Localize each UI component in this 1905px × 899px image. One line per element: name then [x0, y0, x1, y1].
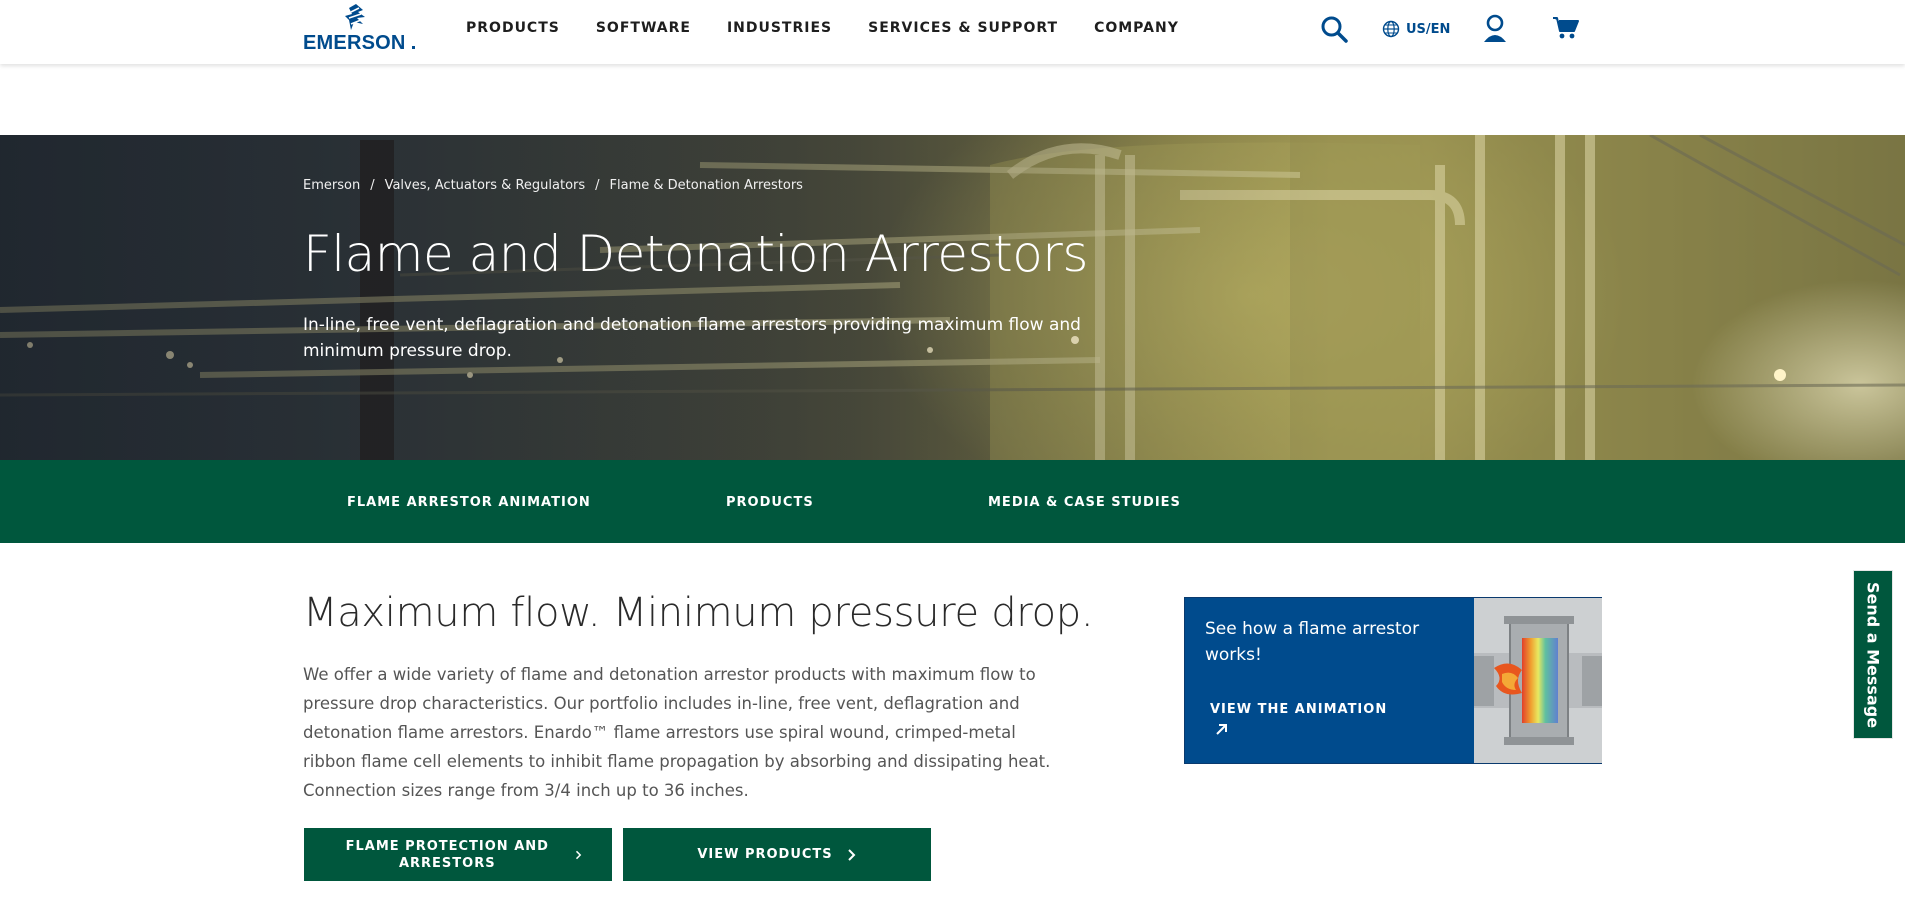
logo-dot: [412, 46, 415, 49]
subnav-flame-arrestor-animation[interactable]: FLAME ARRESTOR ANIMATION: [347, 495, 591, 510]
section-body: We offer a wide variety of flame and det…: [303, 665, 1051, 800]
hero-overlay: [0, 135, 1905, 460]
subnav-products[interactable]: PRODUCTS: [726, 495, 814, 510]
send-message-tab[interactable]: Send a Message: [1853, 570, 1893, 739]
breadcrumb-separator: /: [370, 178, 375, 193]
cart-icon[interactable]: [1553, 16, 1579, 40]
view-products-button[interactable]: VIEW PRODUCTS: [623, 828, 931, 881]
main-nav: PRODUCTS SOFTWARE INDUSTRIES SERVICES & …: [466, 20, 1215, 36]
promo-text: See how a flame arrestor works!: [1205, 619, 1420, 665]
page-title: Flame and Detonation Arrestors: [303, 225, 1088, 283]
search-icon[interactable]: [1320, 15, 1348, 43]
view-products-button-label: VIEW PRODUCTS: [697, 847, 833, 862]
animation-promo-card[interactable]: See how a flame arrestor works! VIEW THE…: [1184, 597, 1602, 764]
globe-icon: [1382, 20, 1400, 38]
locale-label: US/EN: [1406, 21, 1451, 37]
breadcrumb-valves[interactable]: Valves, Actuators & Regulators: [385, 178, 586, 193]
breadcrumb-current: Flame & Detonation Arrestors: [609, 178, 803, 193]
emerson-logo-mark: [345, 4, 365, 30]
user-icon[interactable]: [1483, 14, 1507, 44]
chevron-right-icon: [847, 848, 856, 861]
hero-subtitle: In-line, free vent, deflagration and det…: [303, 315, 1081, 361]
send-message-label: Send a Message: [1863, 581, 1883, 728]
nav-services-support[interactable]: SERVICES & SUPPORT: [868, 20, 1058, 36]
hero-banner: Emerson / Valves, Actuators & Regulators…: [0, 135, 1905, 460]
nav-software[interactable]: SOFTWARE: [596, 20, 691, 36]
locale-selector[interactable]: US/EN: [1382, 20, 1450, 38]
subnav-media-case-studies[interactable]: MEDIA & CASE STUDIES: [988, 495, 1181, 510]
nav-industries[interactable]: INDUSTRIES: [727, 20, 832, 36]
site-header: EMERSON PRODUCTS SOFTWARE INDUSTRIES SER…: [0, 0, 1905, 64]
flame-protection-button-label: FLAME PROTECTION AND ARRESTORS: [345, 838, 549, 871]
view-animation-link[interactable]: VIEW THE ANIMATION: [1210, 702, 1387, 717]
nav-products[interactable]: PRODUCTS: [466, 20, 560, 36]
breadcrumb: Emerson / Valves, Actuators & Regulators…: [303, 178, 803, 193]
emerson-logo[interactable]: EMERSON: [303, 4, 418, 54]
breadcrumb-separator: /: [595, 178, 600, 193]
flame-arrestor-illustration: [1474, 598, 1602, 763]
section-heading: Maximum flow. Minimum pressure drop.: [303, 590, 1094, 636]
flame-arrestor-diagram: [1474, 598, 1602, 763]
flame-protection-button[interactable]: FLAME PROTECTION AND ARRESTORS: [304, 828, 612, 881]
section-nav: FLAME ARRESTOR ANIMATION PRODUCTS MEDIA …: [0, 460, 1905, 543]
arrow-up-right-icon: [1216, 724, 1227, 735]
nav-company[interactable]: COMPANY: [1094, 20, 1179, 36]
chevron-right-icon: [575, 850, 581, 859]
logo-text: EMERSON: [303, 32, 406, 54]
breadcrumb-emerson[interactable]: Emerson: [303, 178, 360, 193]
